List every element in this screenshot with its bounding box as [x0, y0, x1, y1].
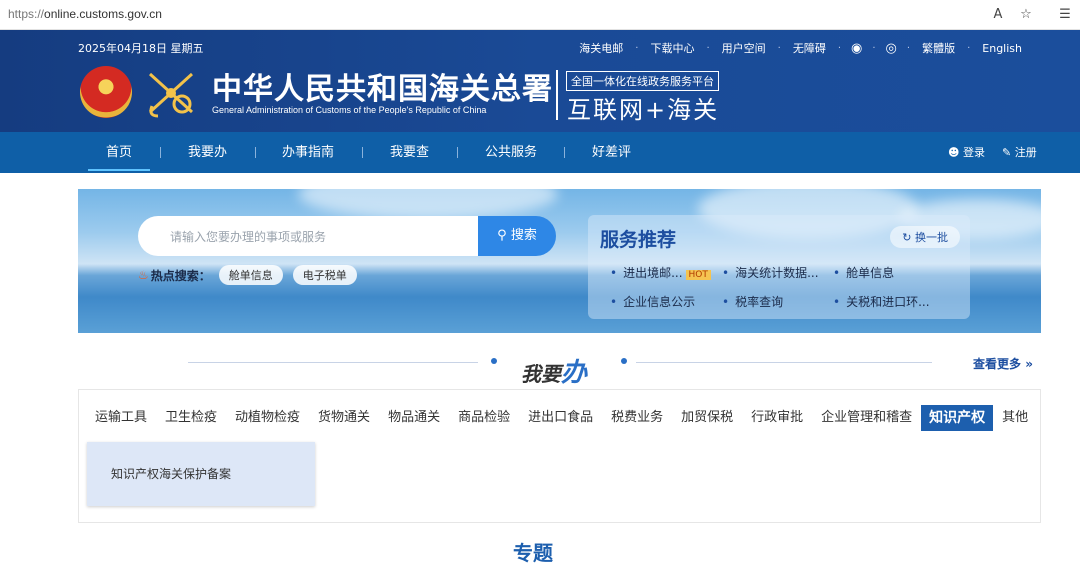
accessibility-link[interactable]: 无障碍 — [781, 40, 838, 56]
nav-separator — [457, 147, 458, 158]
english-link[interactable]: English — [970, 42, 1034, 55]
download-center-link[interactable]: 下载中心 — [638, 40, 706, 56]
collections-icon[interactable]: ☰ — [1055, 5, 1075, 25]
hot-search: ♨ 热点搜索： 舱单信息 电子税单 — [138, 265, 367, 285]
section-line — [188, 362, 478, 363]
tab-category[interactable]: 动植物检疫 — [226, 405, 309, 431]
email-link[interactable]: 海关电邮 — [567, 40, 635, 56]
refresh-button[interactable]: ↻ 换一批 — [890, 226, 960, 248]
service-card[interactable]: 知识产权海关保护备案 — [87, 442, 315, 506]
tab-category[interactable]: 卫生检疫 — [156, 405, 226, 431]
tab-category[interactable]: 企业管理和稽查 — [812, 405, 921, 431]
category-tabs: 运输工具 卫生检疫 动植物检疫 货物通关 物品通关 商品检验 进出口食品 税费业务 加贸保税 行政… — [79, 404, 1037, 432]
user-space-link[interactable]: 用户空间 — [710, 40, 778, 56]
nav-separator — [160, 147, 161, 158]
refresh-icon: ↻ — [902, 231, 912, 244]
service-item[interactable]: 企业信息公示 — [610, 293, 695, 310]
hot-badge: HOT — [685, 270, 711, 280]
double-chevron-right-icon: » — [1025, 357, 1033, 371]
tab-category[interactable]: 知识产权 — [921, 405, 994, 431]
service-category-panel: 运输工具 卫生检疫 动植物检疫 货物通关 物品通关 商品检验 进出口食品 税费业务 加贸保税 行政… — [78, 389, 1041, 523]
tab-category[interactable]: 物品通关 — [379, 405, 449, 431]
nav-separator — [564, 147, 565, 158]
login-link[interactable]: ☻ 登录 — [948, 132, 985, 173]
national-emblem-icon — [80, 66, 132, 118]
platform-label: 全国一体化在线政务服务平台 — [566, 71, 719, 91]
nav-query[interactable]: 我要查 — [390, 132, 429, 173]
nav-home[interactable]: 首页 — [87, 132, 151, 173]
section-title: 我要办 — [521, 358, 588, 388]
register-link[interactable]: ✎ 注册 — [1002, 132, 1037, 173]
service-item[interactable]: 关税和进口环... — [833, 293, 929, 310]
edit-icon: ✎ — [1002, 146, 1012, 159]
customs-logo-icon — [148, 72, 194, 118]
section-line — [636, 362, 932, 363]
service-recommend-panel: 服务推荐 ↻ 换一批 进出境邮...HOT 海关统计数据... 舱单信息 企业信… — [588, 215, 970, 319]
main-nav: 首页 我要办 办事指南 我要查 公共服务 好差评 ☻ 登录 ✎ 注册 — [0, 132, 1080, 173]
traditional-chinese-link[interactable]: 繁體版 — [910, 40, 967, 56]
hot-search-label: 热点搜索： — [150, 268, 211, 283]
fire-icon: ♨ — [138, 268, 149, 282]
search-icon: ⚲ — [497, 228, 507, 243]
search-placeholder: 请输入您要办理的事项或服务 — [170, 230, 327, 244]
site-subtitle: General Administration of Customs of the… — [212, 105, 487, 115]
hot-tag[interactable]: 电子税单 — [292, 265, 357, 285]
nav-public-service[interactable]: 公共服务 — [485, 132, 537, 173]
date-text: 2025年04月18日 星期五 — [78, 42, 204, 55]
service-card-label: 知识产权海关保护备案 — [111, 467, 232, 481]
hot-tag[interactable]: 舱单信息 — [218, 265, 283, 285]
tab-category[interactable]: 加贸保税 — [672, 405, 742, 431]
service-item[interactable]: 进出境邮...HOT — [610, 264, 711, 281]
wechat-icon[interactable]: ◎ — [876, 41, 907, 56]
service-recommend-title: 服务推荐 — [600, 229, 677, 251]
next-section-title: 专题 — [513, 541, 553, 565]
search-input[interactable]: 请输入您要办理的事项或服务 — [138, 216, 478, 256]
site-header: 2025年04月18日 星期五 海关电邮 · 下载中心 · 用户空间 · 无障碍 · ◉… — [0, 30, 1080, 132]
tab-category[interactable]: 进出口食品 — [519, 405, 602, 431]
service-item[interactable]: 舱单信息 — [833, 264, 894, 281]
url-text[interactable]: https://online.customs.gov.cn — [8, 7, 162, 21]
nav-guide[interactable]: 办事指南 — [282, 132, 334, 173]
section-header: 我要办 查看更多 » — [0, 340, 1080, 388]
section-dot — [621, 358, 627, 364]
search-banner: 请输入您要办理的事项或服务 ⚲ 搜索 ♨ 热点搜索： 舱单信息 电子税单 服务推… — [78, 189, 1041, 333]
tab-category[interactable]: 运输工具 — [79, 405, 156, 431]
read-aloud-icon[interactable]: A — [988, 5, 1008, 25]
view-more-link[interactable]: 查看更多 » — [973, 355, 1033, 372]
nav-separator — [255, 147, 256, 158]
internet-customs-slogan: 互联网+海关 — [567, 96, 720, 124]
weibo-icon[interactable]: ◉ — [841, 41, 872, 56]
top-links: 海关电邮 · 下载中心 · 用户空间 · 无障碍 · ◉ · ◎ · 繁體版 · Englis… — [567, 40, 1034, 56]
site-title: 中华人民共和国海关总署 — [212, 72, 553, 107]
nav-handle[interactable]: 我要办 — [188, 132, 227, 173]
header-divider — [556, 70, 558, 120]
tab-category[interactable]: 商品检验 — [449, 405, 519, 431]
service-item[interactable]: 税率查询 — [722, 293, 783, 310]
section-dot — [491, 358, 497, 364]
tab-category[interactable]: 货物通关 — [309, 405, 379, 431]
favorite-icon[interactable]: ☆ — [1016, 5, 1036, 25]
nav-rating[interactable]: 好差评 — [592, 132, 631, 173]
nav-separator — [362, 147, 363, 158]
tab-category[interactable]: 行政审批 — [742, 405, 812, 431]
browser-address-bar[interactable]: https://online.customs.gov.cn A ☆ ☰ — [0, 0, 1080, 30]
service-item[interactable]: 海关统计数据... — [722, 264, 818, 281]
cloud-decoration — [298, 189, 558, 219]
tab-category[interactable]: 税费业务 — [602, 405, 672, 431]
search-button[interactable]: ⚲ 搜索 — [478, 216, 556, 256]
tab-category[interactable]: 其他 — [993, 405, 1037, 431]
user-icon: ☻ — [948, 146, 960, 159]
